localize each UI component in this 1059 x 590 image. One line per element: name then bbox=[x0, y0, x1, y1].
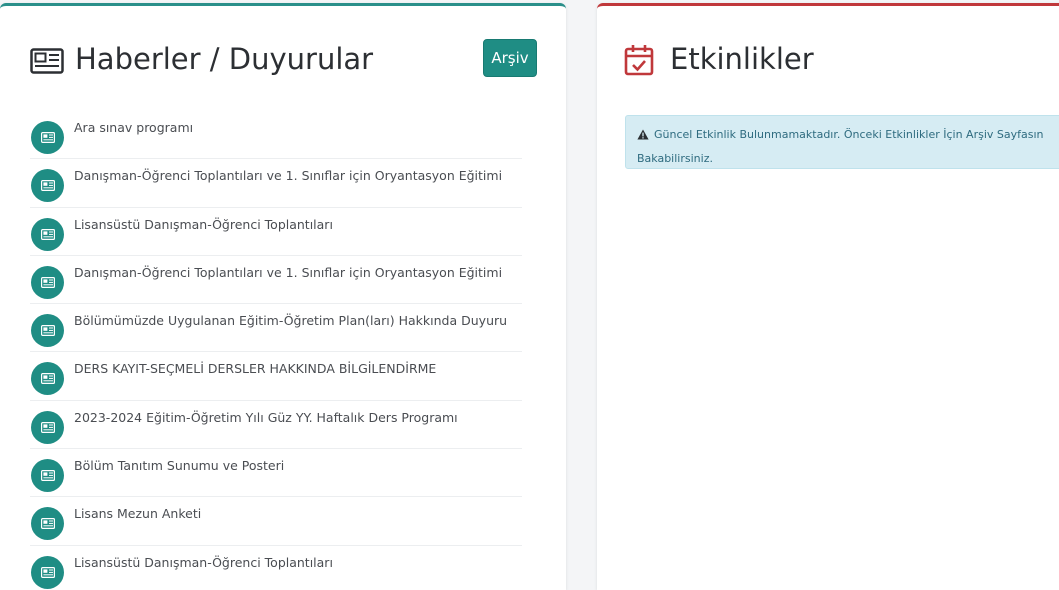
news-item[interactable]: Ara sınav programı bbox=[30, 111, 522, 160]
news-item[interactable]: Lisansüstü Danışman-Öğrenci Toplantıları bbox=[30, 546, 522, 590]
news-item-title: Danışman-Öğrenci Toplantıları ve 1. Sını… bbox=[74, 168, 503, 184]
newspaper-icon bbox=[31, 459, 64, 493]
news-item-title: Bölüm Tanıtım Sunumu ve Posteri bbox=[74, 458, 285, 474]
news-title: Haberler / Duyurular bbox=[75, 42, 374, 76]
news-item[interactable]: DERS KAYIT-SEÇMELİ DERSLER HAKKINDA BİLG… bbox=[30, 352, 522, 401]
news-item[interactable]: 2023-2024 Eğitim-Öğretim Yılı Güz YY. Ha… bbox=[30, 401, 522, 450]
newspaper-icon bbox=[30, 48, 64, 78]
newspaper-icon bbox=[31, 265, 64, 299]
news-item-title: Bölümümüzde Uygulanan Eğitim-Öğretim Pla… bbox=[74, 313, 508, 329]
news-item-title: Lisansüstü Danışman-Öğrenci Toplantıları bbox=[74, 554, 333, 570]
news-item-title: Danışman-Öğrenci Toplantıları ve 1. Sını… bbox=[74, 264, 503, 280]
news-item-title: Lisans Mezun Anketi bbox=[74, 506, 202, 522]
alert-text-1: Güncel Etkinlik Bulunmamaktadır. Önceki … bbox=[654, 128, 1044, 141]
news-item[interactable]: Danışman-Öğrenci Toplantıları ve 1. Sını… bbox=[30, 256, 522, 305]
news-item[interactable]: Lisansüstü Danışman-Öğrenci Toplantıları bbox=[30, 208, 522, 256]
news-list: Ara sınav programı Danışman-Öğrenci Topl… bbox=[30, 111, 522, 590]
no-events-alert: Güncel Etkinlik Bulunmamaktadır. Önceki … bbox=[625, 115, 1059, 169]
warning-icon bbox=[637, 126, 649, 148]
newspaper-icon bbox=[31, 121, 64, 154]
newspaper-icon bbox=[31, 507, 64, 541]
newspaper-icon bbox=[31, 169, 64, 203]
news-panel: Haberler / Duyurular Arşiv Ara sınav pro… bbox=[0, 3, 566, 590]
archive-button[interactable]: Arşiv bbox=[483, 39, 537, 77]
newspaper-icon bbox=[31, 362, 64, 396]
newspaper-icon bbox=[31, 410, 64, 444]
newspaper-icon bbox=[31, 217, 64, 251]
news-item-title: Ara sınav programı bbox=[74, 120, 194, 135]
alert-text-2: Bakabilirsiniz. bbox=[637, 152, 713, 165]
news-item-title: DERS KAYIT-SEÇMELİ DERSLER HAKKINDA BİLG… bbox=[74, 361, 437, 377]
events-title: Etkinlikler bbox=[670, 42, 814, 76]
calendar-check-icon bbox=[624, 44, 654, 80]
news-item[interactable]: Danışman-Öğrenci Toplantıları ve 1. Sını… bbox=[30, 159, 522, 208]
news-item[interactable]: Lisans Mezun Anketi bbox=[30, 497, 522, 546]
news-item[interactable]: Bölüm Tanıtım Sunumu ve Posteri bbox=[30, 449, 522, 498]
news-item-title: Lisansüstü Danışman-Öğrenci Toplantıları bbox=[74, 216, 333, 232]
news-item[interactable]: Bölümümüzde Uygulanan Eğitim-Öğretim Pla… bbox=[30, 304, 522, 353]
newspaper-icon bbox=[31, 314, 64, 348]
alert-line-1: Güncel Etkinlik Bulunmamaktadır. Önceki … bbox=[637, 124, 1059, 148]
events-panel: Etkinlikler Güncel Etkinlik Bulunmamakta… bbox=[597, 3, 1059, 590]
news-item-title: 2023-2024 Eğitim-Öğretim Yılı Güz YY. Ha… bbox=[74, 409, 458, 425]
